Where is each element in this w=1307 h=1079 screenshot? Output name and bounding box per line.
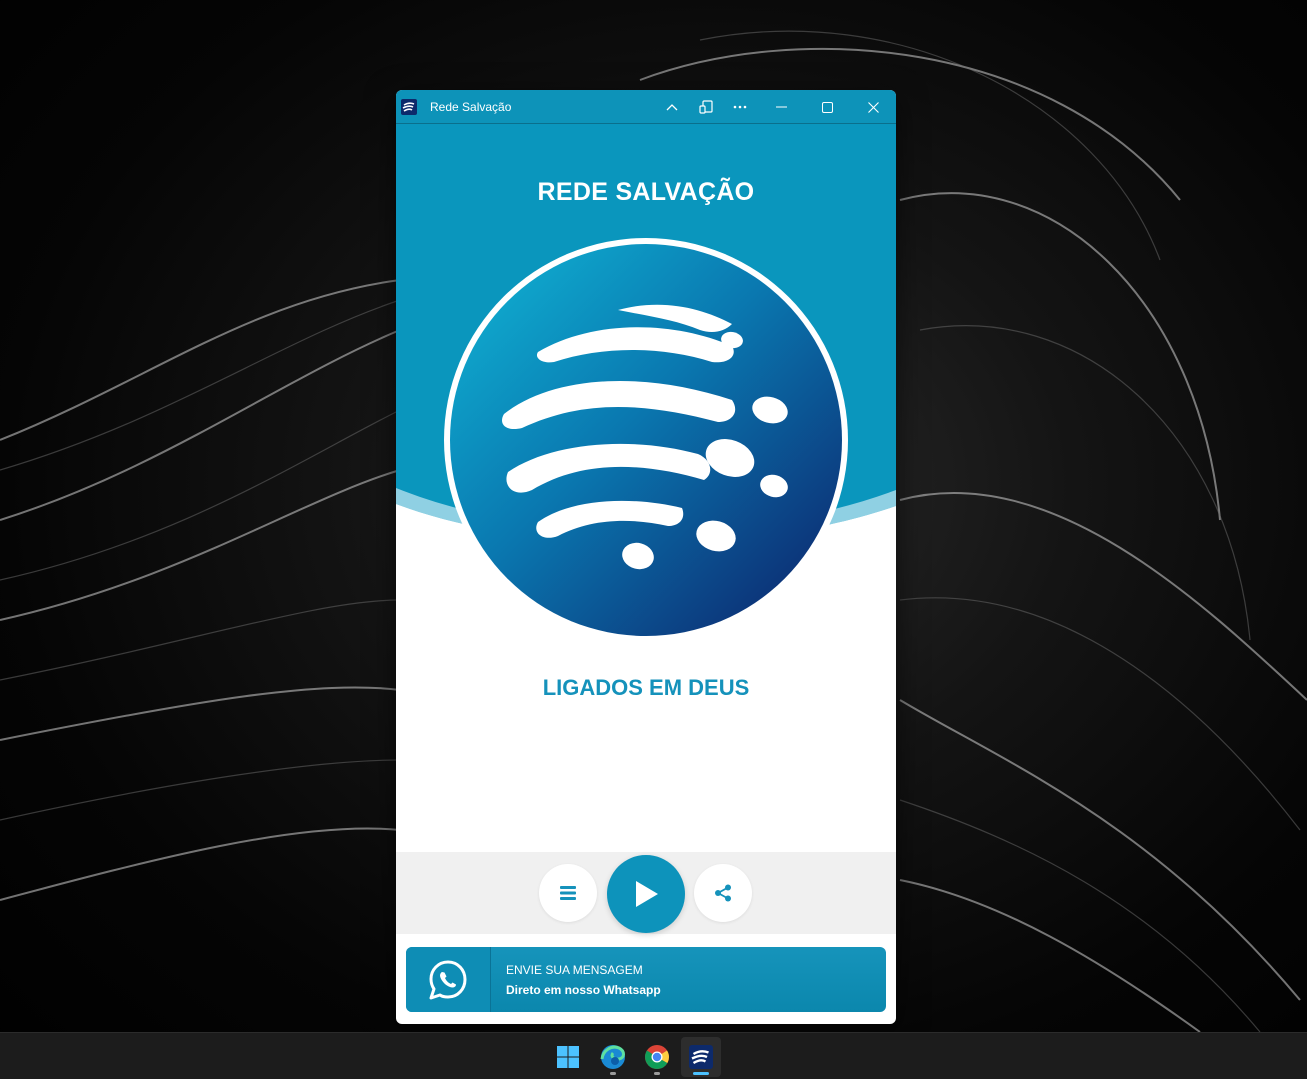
edge-icon[interactable] (593, 1037, 633, 1077)
share-icon (715, 884, 731, 902)
more-icon[interactable] (723, 90, 757, 124)
window-title: Rede Salvação (430, 100, 512, 114)
cast-icon[interactable] (689, 90, 723, 124)
whatsapp-icon-box (406, 947, 491, 1012)
maximize-icon[interactable] (810, 90, 844, 124)
whatsapp-title: ENVIE SUA MENSAGEM (506, 963, 643, 977)
whatsapp-banner[interactable]: ENVIE SUA MENSAGEM Direto em nosso Whats… (406, 947, 886, 1012)
share-button[interactable] (694, 864, 752, 922)
whatsapp-subtitle: Direto em nosso Whatsapp (506, 983, 661, 997)
slogan-text: LIGADOS EM DEUS (542, 675, 750, 700)
title-bar[interactable]: Rede Salvação (396, 90, 896, 124)
app-logo-icon (401, 99, 417, 115)
menu-icon (560, 886, 576, 900)
minimize-icon[interactable] (764, 90, 798, 124)
active-indicator (693, 1072, 709, 1075)
edge-indicator (610, 1072, 616, 1075)
windows-start-icon[interactable] (548, 1037, 588, 1077)
menu-button[interactable] (539, 864, 597, 922)
chrome-icon[interactable] (637, 1037, 677, 1077)
app-window: Rede Salvação REDE SALVAÇÃO LIGADOS EM D… (396, 90, 896, 1024)
chevron-up-icon[interactable] (655, 90, 689, 124)
chrome-indicator (654, 1072, 660, 1075)
play-icon (636, 881, 658, 907)
play-button[interactable] (607, 855, 685, 933)
close-icon[interactable] (856, 90, 890, 124)
whatsapp-icon (429, 960, 467, 999)
player-controls (396, 852, 896, 934)
station-logo (444, 238, 848, 642)
rede-salvacao-icon[interactable] (681, 1037, 721, 1077)
app-heading: REDE SALVAÇÃO (537, 178, 755, 206)
taskbar (0, 1032, 1307, 1079)
